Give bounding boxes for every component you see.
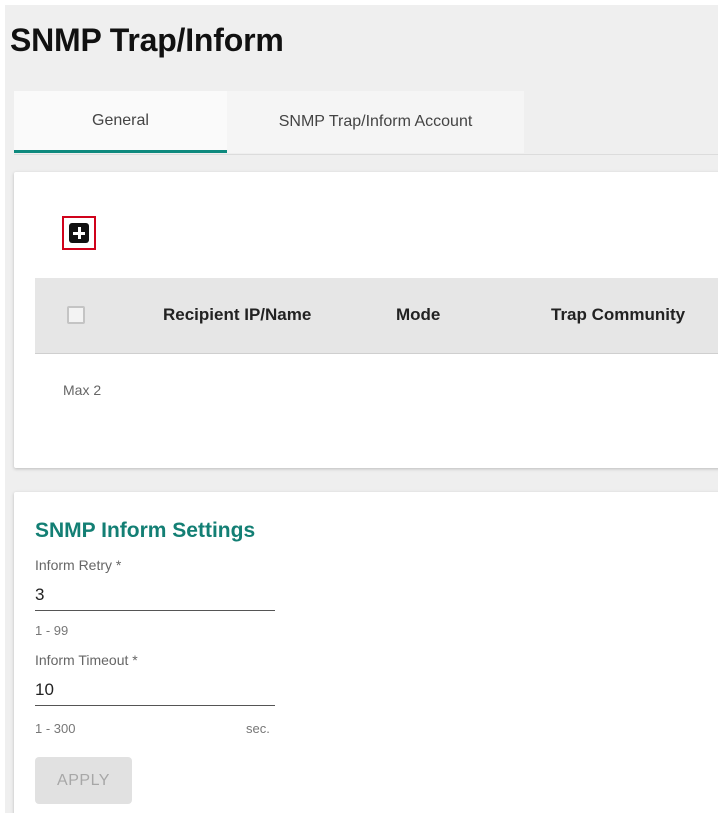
- inform-settings-card: SNMP Inform Settings Inform Retry * 1 - …: [14, 492, 718, 813]
- inform-timeout-label: Inform Timeout *: [35, 652, 138, 668]
- inform-timeout-input[interactable]: [35, 675, 275, 706]
- table-header: Recipient IP/Name Mode Trap Community: [35, 278, 718, 354]
- column-header-mode[interactable]: Mode: [396, 305, 440, 325]
- column-header-trap-community[interactable]: Trap Community: [551, 305, 685, 325]
- tab-bar: General SNMP Trap/Inform Account: [14, 91, 524, 155]
- trap-recipients-card: Recipient IP/Name Mode Trap Community Ma…: [14, 172, 718, 468]
- page: SNMP Trap/Inform General SNMP Trap/Infor…: [5, 5, 718, 813]
- inform-retry-input[interactable]: [35, 580, 275, 611]
- tab-snmp-trap-inform-account[interactable]: SNMP Trap/Inform Account: [227, 91, 524, 153]
- inform-retry-hint: 1 - 99: [35, 623, 69, 638]
- plus-square-icon: [69, 223, 89, 243]
- apply-button[interactable]: APPLY: [35, 757, 132, 804]
- add-recipient-button[interactable]: [62, 216, 96, 250]
- section-title: SNMP Inform Settings: [35, 519, 256, 542]
- column-header-recipient[interactable]: Recipient IP/Name: [163, 305, 311, 325]
- max-entries-note: Max 2: [63, 382, 102, 398]
- select-all-checkbox[interactable]: [67, 306, 85, 324]
- page-title: SNMP Trap/Inform: [10, 22, 284, 58]
- inform-timeout-unit: sec.: [246, 721, 270, 736]
- tab-divider: [14, 154, 718, 155]
- tab-general[interactable]: General: [14, 91, 227, 153]
- inform-retry-label: Inform Retry *: [35, 557, 122, 573]
- inform-timeout-hint: 1 - 300: [35, 721, 76, 736]
